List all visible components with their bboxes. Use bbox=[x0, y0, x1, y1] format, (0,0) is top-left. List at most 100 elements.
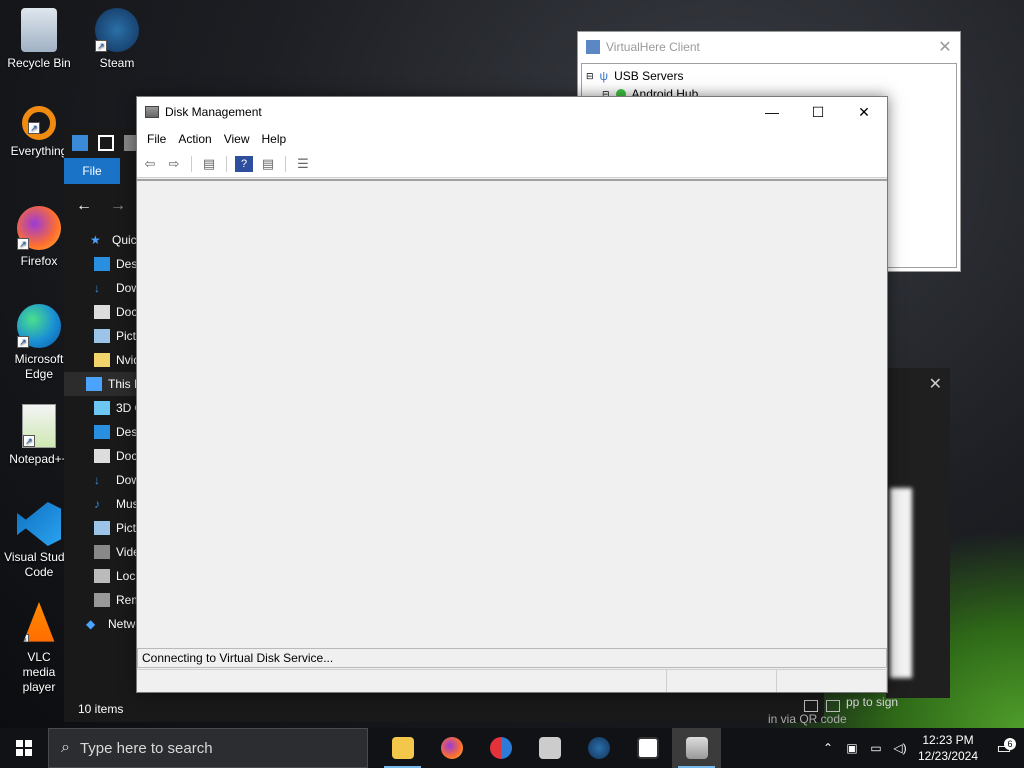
notification-text-line1: pp to sign bbox=[846, 695, 899, 709]
taskbar-disk-management[interactable] bbox=[672, 728, 721, 768]
status-cell bbox=[137, 670, 667, 692]
disk-management-window[interactable]: Disk Management — ☐ ✕ File Action View H… bbox=[136, 96, 888, 693]
action-center-button[interactable]: ▭ 6 bbox=[984, 738, 1024, 758]
large-icons-view-icon[interactable] bbox=[826, 700, 840, 712]
clock[interactable]: 12:23 PM 12/23/2024 bbox=[912, 732, 984, 764]
vlc-cone-icon: ↗ bbox=[23, 602, 55, 642]
nav-item-local-disk[interactable]: Local Disk bbox=[64, 564, 136, 588]
notification-text-line2: in via QR code bbox=[768, 712, 847, 726]
nav-item-removable[interactable]: Removable bbox=[64, 588, 136, 612]
desktop-icon-recycle-bin[interactable]: Recycle Bin bbox=[0, 8, 78, 71]
network-icon: ◆ bbox=[86, 617, 96, 631]
notification-count-badge: 6 bbox=[1004, 738, 1016, 750]
forward-arrow-icon[interactable]: ⇨ bbox=[165, 156, 183, 172]
video-icon bbox=[94, 545, 110, 559]
folder-icon bbox=[391, 737, 414, 759]
status-cell bbox=[777, 670, 887, 692]
network-icon[interactable]: ▭ bbox=[864, 741, 888, 755]
computer-icon bbox=[86, 377, 102, 391]
search-placeholder: Type here to search bbox=[79, 739, 213, 757]
nav-item-nvidia[interactable]: Nvidia bbox=[64, 348, 136, 372]
view-toggle-group bbox=[804, 700, 840, 712]
toolbar: ⇦ ⇨ ▤ ? ▤ ☰ bbox=[137, 151, 887, 178]
taskbar-steam[interactable] bbox=[574, 728, 623, 768]
back-arrow-icon[interactable]: ⇦ bbox=[141, 156, 159, 172]
nav-item-network[interactable]: ◆Network bbox=[64, 612, 136, 636]
show-hide-action-pane-icon[interactable]: ▤ bbox=[259, 156, 277, 172]
chevron-up-icon[interactable]: ⌃ bbox=[816, 741, 840, 755]
nav-item-music[interactable]: ♪Music bbox=[64, 492, 136, 516]
volume-icon[interactable]: ◁) bbox=[888, 741, 912, 755]
virtualhere-titlebar[interactable]: VirtualHere Client ✕ bbox=[578, 32, 960, 61]
help-icon[interactable]: ? bbox=[235, 156, 253, 172]
nav-item-documents-pc[interactable]: Documents bbox=[64, 444, 136, 468]
nav-item-pictures[interactable]: Pictures bbox=[64, 324, 136, 348]
desktop-folder-icon bbox=[94, 425, 110, 439]
menu-action[interactable]: Action bbox=[172, 132, 217, 146]
forward-arrow-icon[interactable]: → bbox=[110, 197, 126, 215]
details-view-icon[interactable] bbox=[804, 700, 818, 712]
tree-node-usb-servers[interactable]: ⊟ ψ USB Servers bbox=[586, 67, 952, 85]
nav-item-downloads-pc[interactable]: ↓Downloads bbox=[64, 468, 136, 492]
folder-icon bbox=[94, 353, 110, 367]
back-arrow-icon[interactable]: ← bbox=[76, 197, 92, 215]
status-cell bbox=[667, 670, 777, 692]
menu-help[interactable]: Help bbox=[256, 132, 293, 146]
system-tray: ⌃ ▣ ▭ ◁) 12:23 PM 12/23/2024 ▭ 6 bbox=[816, 728, 1024, 768]
nav-item-desktop[interactable]: Desktop bbox=[64, 252, 136, 276]
windows-logo-icon bbox=[16, 740, 32, 756]
taskbar-vnc[interactable] bbox=[623, 728, 672, 768]
taskbar-search-box[interactable]: ⌕ Type here to search bbox=[48, 728, 368, 768]
close-icon[interactable]: ✕ bbox=[929, 374, 942, 394]
drive-icon bbox=[94, 569, 110, 583]
disk-management-titlebar[interactable]: Disk Management — ☐ ✕ bbox=[137, 97, 887, 127]
navigation-pane: ★Quick access Desktop ↓Downloads Documen… bbox=[64, 228, 136, 636]
shortcut-arrow-icon: ↗ bbox=[28, 122, 40, 134]
show-hide-console-tree-icon[interactable]: ▤ bbox=[200, 156, 218, 172]
firefox-icon: ↗ bbox=[17, 206, 61, 250]
nav-item-3d-objects[interactable]: 3D Objects bbox=[64, 396, 136, 420]
download-icon: ↓ bbox=[94, 281, 100, 295]
sign-in-notification[interactable]: ✕ bbox=[886, 368, 950, 698]
nav-item-downloads[interactable]: ↓Downloads bbox=[64, 276, 136, 300]
disk-management-icon bbox=[145, 106, 159, 118]
taskbar-app-4[interactable] bbox=[525, 728, 574, 768]
cube-icon bbox=[94, 401, 110, 415]
item-count: 10 items bbox=[78, 702, 124, 716]
properties-icon[interactable]: ☰ bbox=[294, 156, 312, 172]
tab-file[interactable]: File bbox=[64, 158, 120, 184]
tray-app-icon[interactable]: ▣ bbox=[840, 741, 864, 755]
properties-icon[interactable] bbox=[98, 135, 114, 151]
shortcut-arrow-icon: ↗ bbox=[17, 238, 29, 250]
close-icon[interactable]: ✕ bbox=[930, 37, 960, 57]
taskbar-firefox[interactable] bbox=[427, 728, 476, 768]
close-button[interactable]: ✕ bbox=[841, 97, 887, 127]
nav-item-videos[interactable]: Videos bbox=[64, 540, 136, 564]
nav-item-quick-access[interactable]: ★Quick access bbox=[64, 228, 136, 252]
taskbar: ⌕ Type here to search ⌃ ▣ ▭ ◁) 12:23 PM … bbox=[0, 728, 1024, 768]
menu-view[interactable]: View bbox=[218, 132, 256, 146]
disk-list-pane[interactable] bbox=[137, 179, 887, 647]
nav-item-this-pc[interactable]: This PC bbox=[64, 372, 136, 396]
taskbar-file-explorer[interactable] bbox=[378, 728, 427, 768]
clock-time: 12:23 PM bbox=[922, 733, 974, 747]
taskbar-app-3[interactable] bbox=[476, 728, 525, 768]
nav-item-documents[interactable]: Documents bbox=[64, 300, 136, 324]
nav-item-pictures-pc[interactable]: Pictures bbox=[64, 516, 136, 540]
qr-code-image bbox=[890, 488, 912, 678]
download-icon: ↓ bbox=[94, 473, 100, 487]
status-bar bbox=[137, 669, 887, 692]
maximize-button[interactable]: ☐ bbox=[795, 97, 841, 127]
nav-item-desktop-pc[interactable]: Desktop bbox=[64, 420, 136, 444]
collapse-icon[interactable]: ⊟ bbox=[586, 71, 594, 82]
computer-icon[interactable] bbox=[72, 135, 88, 151]
star-icon: ★ bbox=[90, 233, 101, 247]
recycle-bin-icon bbox=[21, 8, 57, 52]
desktop-folder-icon bbox=[94, 257, 110, 271]
menu-file[interactable]: File bbox=[141, 132, 172, 146]
start-button[interactable] bbox=[0, 728, 48, 768]
shortcut-arrow-icon: ↗ bbox=[23, 435, 35, 447]
desktop-icon-steam[interactable]: ↗ Steam bbox=[78, 8, 156, 71]
shortcut-arrow-icon: ↗ bbox=[17, 336, 29, 348]
minimize-button[interactable]: — bbox=[749, 97, 795, 127]
